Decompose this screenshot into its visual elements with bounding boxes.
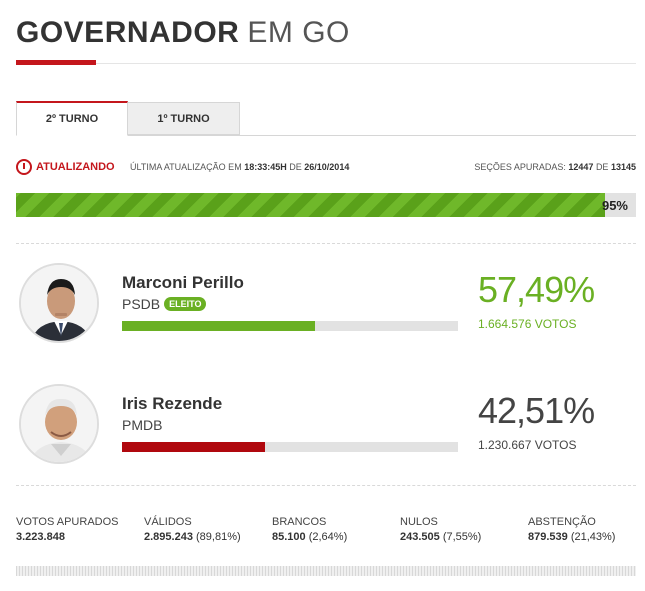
total-label: VOTOS APURADOS [16,516,119,528]
page-title-light: EM GO [247,16,350,49]
last-update-mid: DE [289,162,302,172]
sections-counted-text: SEÇÕES APURADAS: 12447 DE 13145 [474,162,636,172]
sections-counted: 12447 [568,162,594,172]
sections-prefix: SEÇÕES APURADAS: [474,162,566,172]
totals-summary: VOTOS APURADOS 3.223.848 VÁLIDOS 2.895.2… [16,516,636,546]
divider [16,243,636,244]
candidate-party: PMDB [122,417,162,433]
total-counted: VOTOS APURADOS 3.223.848 [16,516,119,543]
vote-share-fill [122,321,316,331]
live-status-label: ATUALIZANDO [36,161,115,173]
total-valid: VÁLIDOS 2.895.243 (89,81%) [144,516,241,543]
status-row: ATUALIZANDO ÚLTIMA ATUALIZAÇÃO EM 18:33:… [16,159,636,175]
total-abstention: ABSTENÇÃO 879.539 (21,43%) [528,516,615,543]
total-number: 879.539 [528,531,568,543]
candidate-card: Iris Rezende PMDB 42,51% 1.230.667 VOTOS [16,384,636,474]
total-percent: (89,81%) [196,531,241,543]
total-percent: (2,64%) [308,531,348,543]
title-divider [96,63,636,64]
page-title: GOVERNADOR EM GO [16,16,350,50]
total-number: 85.100 [272,531,306,543]
round-tabs: 2º TURNO 1º TURNO [16,101,636,136]
candidate-party-label: PSDB [122,296,161,312]
total-percent: (7,55%) [442,531,482,543]
tab-first-round[interactable]: 1º TURNO [128,102,240,135]
sections-total: 13145 [610,162,636,172]
candidate-party: PSDB ELEITO [122,296,207,312]
counting-progress-label: 95% [601,198,628,213]
vote-count: 1.664.576 VOTOS [478,317,577,331]
title-accent-bar [16,60,96,65]
elected-badge: ELEITO [164,297,207,311]
total-percent: (21,43%) [570,531,616,543]
counting-progress-bar: 95% [16,193,636,217]
last-update-text: ÚLTIMA ATUALIZAÇÃO EM 18:33:45H DE 26/10… [130,162,349,172]
candidate-name: Marconi Perillo [122,273,244,292]
total-label: BRANCOS [272,516,327,528]
refresh-icon [16,159,32,175]
total-label: NULOS [400,516,438,528]
total-value: 85.100 (2,64%) [272,531,347,543]
candidate-photo-avatar [19,384,99,464]
tab-second-round[interactable]: 2º TURNO [16,101,128,136]
candidate-photo-avatar [19,263,99,343]
total-value: 2.895.243 (89,81%) [144,531,241,543]
last-update-time: 18:33:45H [244,162,287,172]
total-value: 879.539 (21,43%) [528,531,615,543]
footer-stripe [16,566,636,576]
total-label: ABSTENÇÃO [528,516,596,528]
total-blank: BRANCOS 85.100 (2,64%) [272,516,347,543]
divider [16,485,636,486]
sections-mid: DE [595,162,609,172]
candidate-card: Marconi Perillo PSDB ELEITO 57,49% 1.664.… [16,263,636,353]
counting-progress-fill [16,193,605,217]
candidate-name: Iris Rezende [122,394,223,413]
total-number: 2.895.243 [144,531,193,543]
total-value: 3.223.848 [16,531,119,543]
total-number: 3.223.848 [16,531,65,543]
vote-count: 1.230.667 VOTOS [478,438,577,452]
vote-percentage: 57,49% [478,269,595,310]
total-number: 243.505 [400,531,440,543]
page-title-strong: GOVERNADOR [16,16,240,49]
total-value: 243.505 (7,55%) [400,531,481,543]
vote-share-bar [122,442,458,452]
total-label: VÁLIDOS [144,516,192,528]
last-update-prefix: ÚLTIMA ATUALIZAÇÃO EM [130,162,242,172]
vote-share-bar [122,321,458,331]
total-null: NULOS 243.505 (7,55%) [400,516,481,543]
last-update-date: 26/10/2014 [304,162,350,172]
vote-percentage: 42,51% [478,390,595,431]
candidate-party-label: PMDB [122,417,163,433]
vote-share-fill [122,442,265,452]
